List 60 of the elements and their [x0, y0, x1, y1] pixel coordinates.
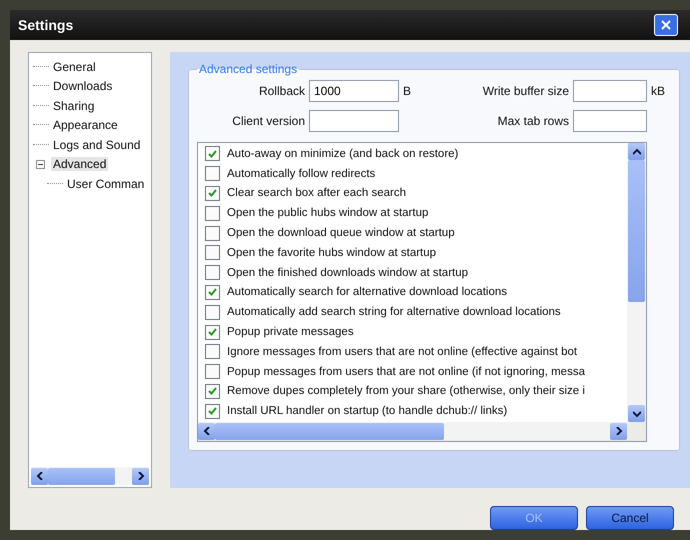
checkbox[interactable] — [205, 226, 220, 241]
field-label: Rollback — [258, 84, 305, 98]
option-label: Auto-away on minimize (and back on restore) — [227, 148, 458, 160]
close-icon — [661, 20, 671, 30]
checkbox[interactable] — [205, 364, 220, 380]
group-title: Advanced settings — [198, 62, 298, 76]
option-label: Popup private messages — [227, 326, 354, 338]
input-field[interactable]: 1000 — [309, 80, 399, 102]
checkbox[interactable] — [205, 284, 220, 300]
window-title: Settings — [18, 17, 74, 33]
checkbox[interactable] — [205, 324, 220, 340]
tree-item[interactable]: Appearance — [51, 118, 120, 132]
option-label: Automatically follow redirects — [227, 168, 376, 180]
option-label: Clear search box after each search — [227, 187, 406, 200]
tree-item[interactable]: Logs and Sound — [51, 138, 142, 152]
checkbox[interactable] — [205, 304, 220, 320]
checkbox[interactable] — [205, 166, 220, 182]
horizontal-scrollbar[interactable] — [198, 422, 627, 440]
tree-item[interactable]: General — [51, 60, 98, 74]
option-label: Automatically search for alternative download locations — [227, 286, 507, 298]
dialog-button[interactable]: Cancel — [586, 506, 674, 530]
check-icon — [208, 328, 217, 336]
unit-label: B — [403, 84, 412, 98]
checkbox[interactable] — [205, 404, 220, 419]
input-field[interactable] — [573, 80, 647, 102]
tree-item[interactable]: Sharing — [51, 98, 96, 113]
option-label: Popup messages from users that are not online (if not ignoring, messa — [227, 366, 585, 378]
checkbox[interactable] — [205, 206, 220, 221]
checkbox[interactable] — [205, 344, 220, 360]
collapse-icon[interactable] — [36, 160, 45, 169]
tree-item[interactable]: User Comman — [65, 176, 146, 191]
check-icon — [208, 189, 217, 198]
field-label: Max tab rows — [496, 114, 569, 128]
horizontal-scrollbar[interactable] — [31, 467, 149, 485]
option-label: Install URL handler on startup (to handle dchub:// links) — [227, 405, 508, 418]
checkbox[interactable] — [205, 265, 220, 280]
close-button[interactable] — [654, 14, 678, 36]
option-label: Open the public hubs window at startup — [227, 207, 428, 220]
field-label: Client version — [231, 114, 305, 128]
tree-item[interactable]: Downloads — [51, 79, 114, 94]
option-label: Remove dupes completely from your share (otherwise, only their size i — [227, 385, 585, 398]
input-field[interactable] — [309, 110, 399, 132]
option-label: Open the favorite hubs window at startup — [227, 246, 436, 259]
check-icon — [208, 150, 217, 158]
check-icon — [208, 387, 217, 396]
option-label: Open the download queue window at startup — [227, 227, 455, 240]
field-label: Write buffer size — [482, 84, 569, 98]
option-label: Ignore messages from users that are not online (effective against bot — [227, 346, 578, 358]
checkbox[interactable] — [205, 146, 220, 162]
option-label: Automatically add search string for alternative download locations — [227, 306, 561, 318]
unit-label: kB — [651, 84, 666, 98]
checkbox[interactable] — [205, 186, 220, 201]
option-label: Open the finished downloads window at startup — [227, 266, 468, 279]
checkbox[interactable] — [205, 245, 220, 260]
checkbox[interactable] — [205, 384, 220, 399]
input-field[interactable] — [573, 110, 647, 132]
check-icon — [208, 407, 217, 416]
check-icon — [208, 288, 217, 296]
vertical-scrollbar[interactable] — [627, 143, 646, 422]
tree-item[interactable]: Advanced — [51, 157, 108, 172]
